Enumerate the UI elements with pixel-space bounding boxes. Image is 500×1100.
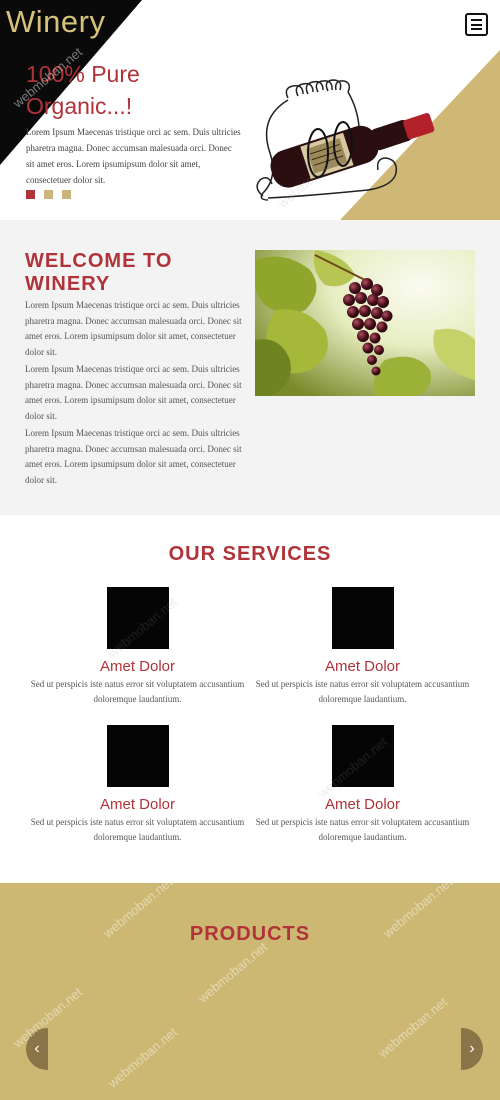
- products-title: PRODUCTS: [189, 923, 311, 945]
- service-image: [331, 725, 394, 787]
- service-text: Sed ut perspicis iste natus error sit vo…: [30, 817, 245, 842]
- service-item[interactable]: Amet Dolor Sed ut perspicis iste natus e…: [25, 587, 250, 706]
- welcome-paragraph: Lorem Ipsum Maecenas tristique orci ac s…: [25, 428, 242, 485]
- slider-dot-2[interactable]: [44, 190, 53, 199]
- services-title: OUR SERVICES: [168, 543, 332, 565]
- welcome-paragraph: Lorem Ipsum Maecenas tristique orci ac s…: [25, 364, 242, 421]
- hero-text: Lorem Ipsum Maecenas tristique orci ac s…: [26, 127, 241, 185]
- slider-dots: [26, 190, 71, 199]
- service-image: [106, 725, 169, 787]
- service-item[interactable]: Amet Dolor Sed ut perspicis iste natus e…: [250, 587, 475, 706]
- service-item[interactable]: Amet Dolor Sed ut perspicis iste natus e…: [25, 725, 250, 844]
- wine-bottle-image: [256, 79, 435, 201]
- service-image: [106, 587, 169, 649]
- slider-dot-1[interactable]: [26, 190, 35, 199]
- services-section: OUR SERVICES Amet Dolor Sed ut perspicis…: [0, 515, 500, 883]
- service-title: Amet Dolor: [324, 658, 401, 675]
- grapes-image: [255, 250, 475, 396]
- service-item[interactable]: Amet Dolor Sed ut perspicis iste natus e…: [250, 725, 475, 844]
- welcome-title: WELCOME TO WINERY: [25, 250, 173, 295]
- welcome-section: WELCOME TO WINERY Lorem Ipsum Maecenas t…: [0, 220, 500, 515]
- service-text: Sed ut perspicis iste natus error sit vo…: [30, 679, 245, 704]
- hamburger-menu-icon[interactable]: [465, 13, 488, 36]
- service-text: Sed ut perspicis iste natus error sit vo…: [255, 679, 470, 704]
- site-logo[interactable]: Winery: [6, 4, 105, 40]
- welcome-paragraph: Lorem Ipsum Maecenas tristique orci ac s…: [25, 300, 242, 357]
- chevron-right-icon[interactable]: ›: [461, 1028, 483, 1070]
- service-title: Amet Dolor: [99, 796, 176, 813]
- service-title: Amet Dolor: [99, 658, 176, 675]
- hero-banner: Winery 100% Pure Organic...! Lorem Ipsum…: [0, 0, 500, 220]
- chevron-left-icon[interactable]: ‹: [26, 1028, 48, 1070]
- welcome-paragraphs: Lorem Ipsum Maecenas tristique orci ac s…: [25, 298, 243, 490]
- service-title: Amet Dolor: [324, 796, 401, 813]
- hero-title: 100% Pure Organic...!: [26, 61, 140, 119]
- products-section: PRODUCTS ‹ ›: [0, 883, 500, 1100]
- slider-dot-3[interactable]: [62, 190, 71, 199]
- service-text: Sed ut perspicis iste natus error sit vo…: [255, 817, 470, 842]
- service-image: [331, 587, 394, 649]
